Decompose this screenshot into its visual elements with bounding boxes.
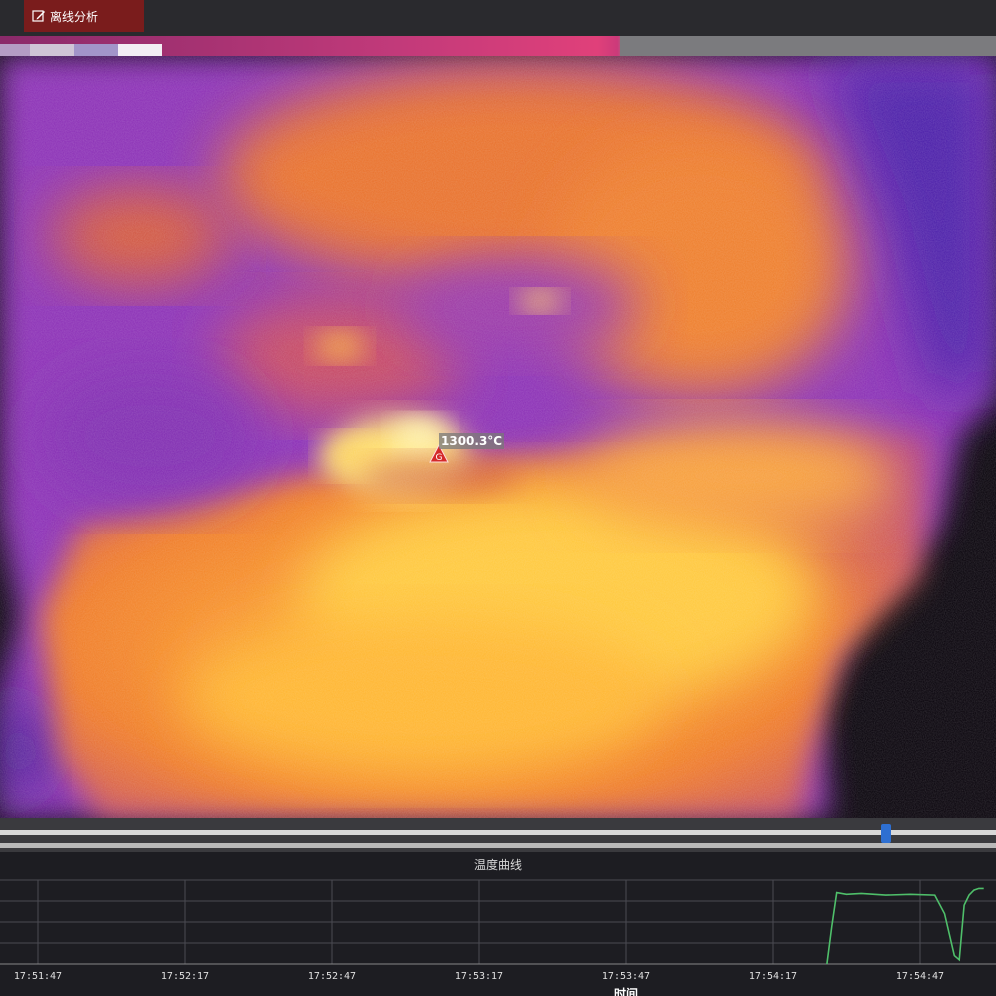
chart-tick-label: 17:54:17 — [749, 971, 797, 982]
offline-analysis-label: 离线分析 — [50, 9, 99, 24]
temperature-chart: 17:51:47 17:52:17 17:52:47 17:53:17 17:53:47… — [0, 852, 996, 996]
marker-label: G — [436, 453, 443, 463]
edit-icon — [32, 10, 45, 22]
temperature-series-line — [826, 887, 984, 965]
timeline-scrubber — [0, 818, 996, 852]
top-toolbar: 离线分析 — [0, 0, 996, 36]
timeline-base — [0, 843, 996, 848]
offline-analysis-tab[interactable]: 离线分析 — [24, 0, 144, 32]
thermal-analysis-app: 离线分析 2 32 — [0, 0, 996, 996]
temperature-chart-plot: 17:51:47 17:52:17 17:52:47 17:53:17 17:53:47… — [0, 879, 996, 996]
chart-tick-label: 17:51:47 — [14, 971, 62, 982]
chart-xlabel: 时间 — [614, 986, 638, 996]
thermal-image[interactable]: G 1300.3°C — [0, 56, 996, 818]
chart-title: 温度曲线 — [473, 858, 522, 872]
chart-tick-label: 17:53:17 — [455, 971, 503, 982]
chart-tick-label: 17:54:47 — [896, 971, 944, 982]
chart-tick-label: 17:52:47 — [308, 971, 356, 982]
timeline-track[interactable] — [0, 830, 996, 835]
chart-tick-label: 17:53:47 — [602, 971, 650, 982]
temperature-readout: 1300.3°C — [439, 433, 505, 449]
timeline-thumb[interactable] — [881, 824, 891, 843]
chart-tick-label: 17:52:17 — [161, 971, 209, 982]
